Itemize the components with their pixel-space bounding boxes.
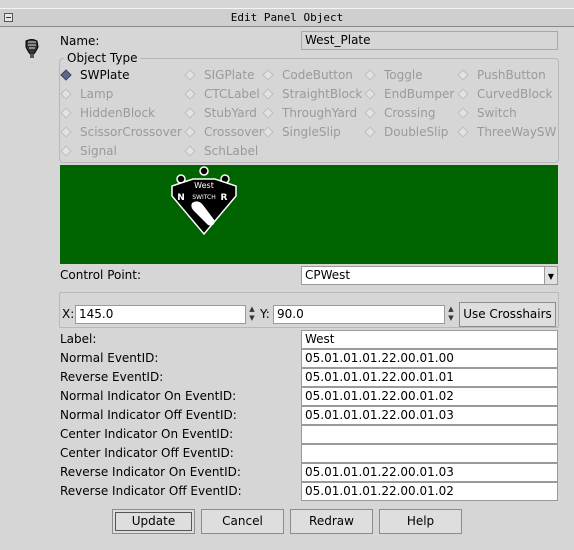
radio-label: SingleSlip [282, 125, 341, 139]
radio-label: Lamp [80, 87, 114, 101]
y-spinner[interactable]: ▲ ▼ [446, 305, 456, 324]
window-top-border [0, 0, 574, 8]
spin-down-icon[interactable]: ▼ [446, 314, 456, 323]
plate-middle: SWITCH [192, 194, 216, 201]
object-type-legend: Object Type [64, 51, 141, 65]
field-label: Reverse Indicator On EventID: [60, 465, 241, 479]
radio-label: CurvedBlock [477, 87, 553, 101]
use-crosshairs-button[interactable]: Use Crosshairs [459, 302, 556, 327]
field-input[interactable]: West [301, 330, 558, 349]
cancel-button[interactable]: Cancel [201, 509, 284, 534]
control-point-select[interactable]: CPWest ▼ [301, 266, 558, 285]
field-label: Reverse Indicator Off EventID: [60, 484, 242, 498]
field-input[interactable]: 05.01.01.01.22.00.01.02 [301, 482, 558, 501]
field-input[interactable]: 05.01.01.01.22.00.01.00 [301, 349, 558, 368]
radio-label: StraightBlock [282, 87, 363, 101]
name-field[interactable]: West_Plate [301, 31, 558, 50]
field-label: Reverse EventID: [60, 370, 164, 384]
plate-left: N [177, 193, 185, 203]
window-title: Edit Panel Object [230, 11, 344, 24]
radio-label: ScissorCrossover [80, 125, 182, 139]
field-label: Center Indicator Off EventID: [60, 446, 234, 460]
plate-title: West [194, 181, 214, 190]
radio-label: StubYard [204, 106, 257, 120]
y-field[interactable]: 90.0 [273, 305, 445, 324]
y-label: Y: [260, 307, 270, 321]
field-input[interactable]: 05.01.01.01.22.00.01.03 [301, 463, 558, 482]
spin-down-icon[interactable]: ▼ [247, 314, 257, 323]
x-spinner[interactable]: ▲ ▼ [247, 305, 257, 324]
radio-label: HiddenBlock [80, 106, 156, 120]
help-button[interactable]: Help [379, 509, 462, 534]
title-bar[interactable]: Edit Panel Object [0, 8, 574, 27]
field-label: Normal EventID: [60, 351, 159, 365]
radio-label: EndBumper [384, 87, 455, 101]
switch-plate-preview: West SWITCH N R [171, 166, 237, 236]
field-input[interactable]: 05.01.01.01.22.00.01.01 [301, 368, 558, 387]
spin-up-icon[interactable]: ▲ [446, 305, 456, 314]
radio-label: SWPlate [80, 68, 130, 82]
control-point-value: CPWest [305, 268, 351, 282]
field-input[interactable] [301, 425, 558, 444]
x-label: X: [62, 307, 75, 321]
x-field[interactable]: 145.0 [75, 305, 246, 324]
plate-right: R [221, 193, 228, 203]
radio-label: DoubleSlip [384, 125, 449, 139]
name-label: Name: [60, 34, 100, 48]
radio-label: Signal [80, 144, 117, 158]
field-input[interactable] [301, 444, 558, 463]
field-label: Label: [60, 332, 97, 346]
field-input[interactable]: 05.01.01.01.22.00.01.03 [301, 406, 558, 425]
spin-up-icon[interactable]: ▲ [247, 305, 257, 314]
field-label: Center Indicator On EventID: [60, 427, 234, 441]
app-icon [25, 39, 39, 58]
field-label: Normal Indicator On EventID: [60, 389, 237, 403]
preview-panel: West SWITCH N R [60, 165, 558, 264]
radio-label: ThroughYard [282, 106, 358, 120]
field-label: Normal Indicator Off EventID: [60, 408, 237, 422]
redraw-button[interactable]: Redraw [290, 509, 373, 534]
update-button[interactable]: Update [112, 509, 195, 534]
radio-label: CodeButton [282, 68, 353, 82]
radio-label: ThreeWaySW [477, 125, 557, 139]
control-point-label: Control Point: [60, 268, 142, 282]
radio-label: Switch [477, 106, 517, 120]
radio-label: Crossover [204, 125, 264, 139]
radio-label: Toggle [384, 68, 423, 82]
radio-label: CTCLabel [204, 87, 260, 101]
chevron-down-icon[interactable]: ▼ [544, 267, 557, 284]
radio-label: Crossing [384, 106, 436, 120]
radio-label: SchLabel [204, 144, 259, 158]
radio-label: PushButton [477, 68, 546, 82]
field-input[interactable]: 05.01.01.01.22.00.01.02 [301, 387, 558, 406]
radio-label: SIGPlate [204, 68, 255, 82]
